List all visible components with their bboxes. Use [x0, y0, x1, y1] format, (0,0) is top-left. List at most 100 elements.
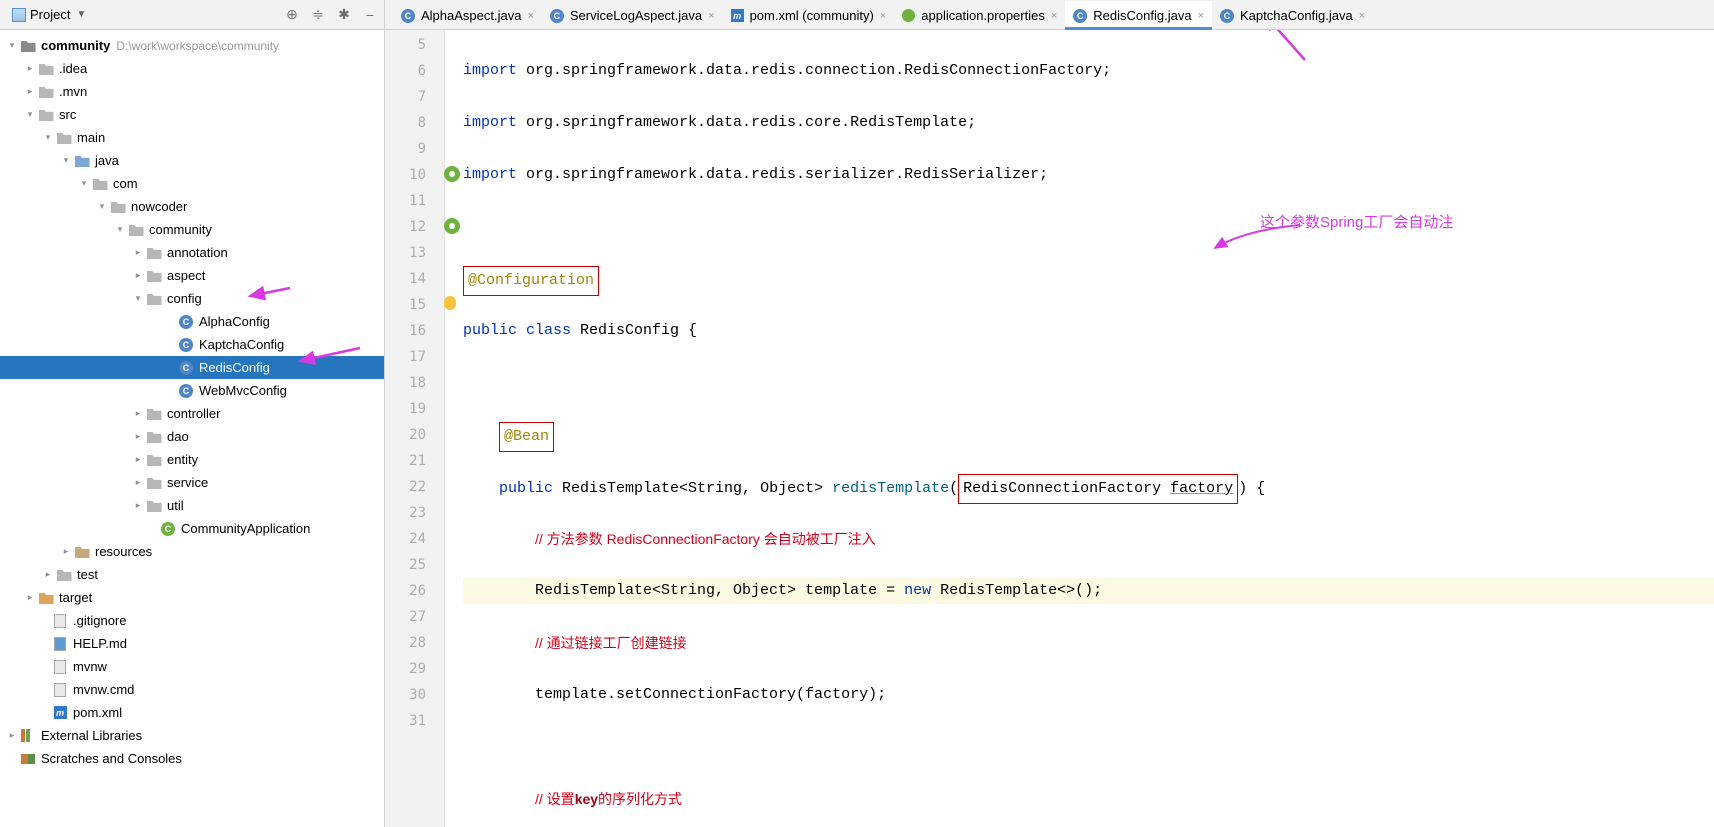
package-icon [93, 177, 108, 190]
tree-src[interactable]: src [0, 103, 384, 126]
tree-webmvcconfig[interactable]: CWebMvcConfig [0, 379, 384, 402]
collapse-icon[interactable]: ✱ [336, 7, 352, 23]
close-icon[interactable]: × [1359, 10, 1365, 22]
tree-mvnwcmd[interactable]: mvnw.cmd [0, 678, 384, 701]
tree-com[interactable]: com [0, 172, 384, 195]
tree-project-root[interactable]: community D:\work\workspace\community [0, 34, 384, 57]
locate-icon[interactable]: ⊕ [284, 7, 300, 23]
spring-icon [902, 9, 915, 22]
libraries-icon [21, 729, 35, 743]
tree-nowcoder[interactable]: nowcoder [0, 195, 384, 218]
project-tree[interactable]: community D:\work\workspace\community .i… [0, 30, 384, 827]
close-icon[interactable]: × [1051, 10, 1057, 22]
project-toolbar: ⊕ ≑ ✱ − [284, 7, 378, 23]
tab-servicelog[interactable]: CServiceLogAspect.java× [542, 1, 723, 29]
source-folder-icon [75, 154, 90, 167]
class-icon: C [179, 338, 193, 352]
class-icon: C [179, 361, 193, 375]
maven-icon: m [731, 9, 744, 22]
tree-alphaconfig[interactable]: CAlphaConfig [0, 310, 384, 333]
root-name: community [41, 38, 110, 53]
settings-icon[interactable]: − [362, 7, 378, 23]
tree-community-pkg[interactable]: community [0, 218, 384, 241]
file-icon [54, 683, 66, 697]
tree-util[interactable]: util [0, 494, 384, 517]
tree-dao[interactable]: dao [0, 425, 384, 448]
file-icon [54, 614, 66, 628]
tab-redisconfig[interactable]: CRedisConfig.java× [1065, 1, 1212, 29]
close-icon[interactable]: × [527, 10, 533, 22]
close-icon[interactable]: × [880, 10, 886, 22]
root-path: D:\work\workspace\community [116, 39, 279, 53]
tree-target[interactable]: target [0, 586, 384, 609]
tree-mvnw[interactable]: mvnw [0, 655, 384, 678]
project-toolwindow-header: Project ▼ ⊕ ≑ ✱ − [0, 0, 384, 30]
package-icon [111, 200, 126, 213]
package-icon [147, 430, 162, 443]
tree-aspect[interactable]: aspect [0, 264, 384, 287]
project-label-text: Project [30, 7, 70, 22]
tree-service[interactable]: service [0, 471, 384, 494]
tree-controller[interactable]: controller [0, 402, 384, 425]
close-icon[interactable]: × [1198, 10, 1204, 22]
project-icon [12, 8, 26, 22]
folder-icon [57, 131, 72, 144]
excluded-folder-icon [39, 591, 54, 604]
annotation-note: 这个参数Spring工厂会自动注 [1260, 210, 1453, 236]
class-icon: C [1220, 9, 1234, 23]
tree-main[interactable]: main [0, 126, 384, 149]
resources-folder-icon [75, 545, 90, 558]
package-icon [147, 499, 162, 512]
code-editor[interactable]: 5678910111213141516171819202122232425262… [385, 30, 1714, 827]
tab-alphaaspect[interactable]: CAlphaAspect.java× [393, 1, 542, 29]
line-gutter[interactable]: 5678910111213141516171819202122232425262… [385, 30, 445, 827]
project-sidebar: Project ▼ ⊕ ≑ ✱ − community D:\work\work… [0, 0, 385, 827]
tree-kaptchaconfig[interactable]: CKaptchaConfig [0, 333, 384, 356]
folder-icon [39, 62, 54, 75]
editor-tabs: CAlphaAspect.java× CServiceLogAspect.jav… [385, 0, 1714, 30]
class-icon: C [550, 9, 564, 23]
class-icon: C [179, 315, 193, 329]
tab-kaptchaconfig[interactable]: CKaptchaConfig.java× [1212, 1, 1373, 29]
tree-annotation[interactable]: annotation [0, 241, 384, 264]
tree-resources[interactable]: resources [0, 540, 384, 563]
tab-pom[interactable]: mpom.xml (community)× [723, 1, 895, 29]
tree-help[interactable]: HELP.md [0, 632, 384, 655]
package-icon [147, 407, 162, 420]
markdown-icon [54, 637, 66, 651]
close-icon[interactable]: × [708, 10, 714, 22]
class-icon: C [1073, 9, 1087, 23]
package-icon [129, 223, 144, 236]
maven-icon: m [54, 706, 67, 719]
package-icon [147, 269, 162, 282]
class-icon: C [401, 9, 415, 23]
tree-idea[interactable]: .idea [0, 57, 384, 80]
chevron-down-icon: ▼ [76, 9, 86, 20]
tree-scratch[interactable]: Scratches and Consoles [0, 747, 384, 770]
code-area[interactable]: import org.springframework.data.redis.co… [445, 30, 1714, 827]
tree-java[interactable]: java [0, 149, 384, 172]
spring-boot-app-icon: C [161, 522, 175, 536]
expand-all-icon[interactable]: ≑ [310, 7, 326, 23]
tree-gitignore[interactable]: .gitignore [0, 609, 384, 632]
tree-ext-lib[interactable]: External Libraries [0, 724, 384, 747]
tree-test[interactable]: test [0, 563, 384, 586]
package-icon [147, 476, 162, 489]
tree-redisconfig[interactable]: CRedisConfig [0, 356, 384, 379]
tree-pom[interactable]: mpom.xml [0, 701, 384, 724]
package-icon [147, 453, 162, 466]
editor-area: CAlphaAspect.java× CServiceLogAspect.jav… [385, 0, 1714, 827]
project-folder-icon [21, 39, 36, 52]
tree-app[interactable]: CCommunityApplication [0, 517, 384, 540]
folder-icon [39, 108, 54, 121]
file-icon [54, 660, 66, 674]
package-icon [147, 292, 162, 305]
tree-config[interactable]: config [0, 287, 384, 310]
tree-mvn[interactable]: .mvn [0, 80, 384, 103]
scratches-icon [21, 754, 35, 764]
tab-appprops[interactable]: application.properties× [894, 1, 1065, 29]
project-view-dropdown[interactable]: Project ▼ [6, 5, 92, 24]
class-icon: C [179, 384, 193, 398]
folder-icon [39, 85, 54, 98]
tree-entity[interactable]: entity [0, 448, 384, 471]
